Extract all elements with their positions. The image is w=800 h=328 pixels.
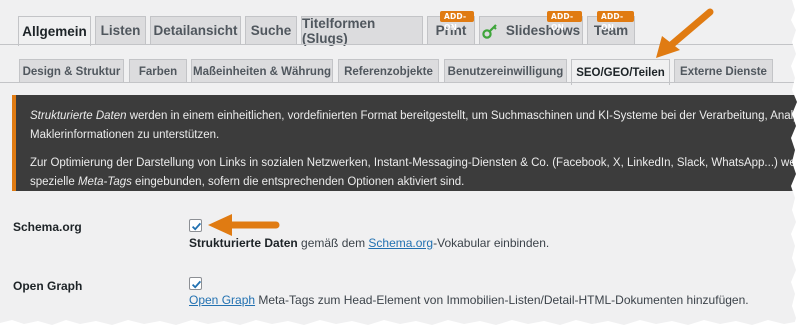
check-icon [191, 280, 202, 289]
tab-label: Slideshows [505, 23, 581, 38]
tab-team[interactable]: ADD-ON Team [587, 11, 635, 44]
key-icon [482, 23, 498, 39]
notice-emphasis: Meta-Tags [77, 176, 132, 188]
arrow-pointer-icon [208, 214, 280, 236]
check-icon [191, 222, 202, 231]
notice-text: spezielle [30, 176, 78, 188]
tab-label: Allgemein [22, 24, 87, 39]
tab-label: Detailansicht [153, 23, 238, 38]
torn-edge-decoration [791, 0, 800, 328]
notice-text: Maklerinformationen zu unterstützen. [30, 129, 220, 141]
tab-label: Benutzereinwilligung [447, 65, 564, 78]
notice-text: werden in einem einheitlichen, vordefini… [126, 110, 800, 122]
addon-badge: ADD-ON [547, 11, 582, 32]
tab-label: Farben [138, 65, 178, 78]
tab-label: SEO/GEO/Teilen [576, 66, 665, 79]
open-graph-link[interactable]: Open Graph [189, 293, 255, 307]
notice-paragraph-1-cont: Maklerinformationen zu unterstützen. [30, 126, 800, 145]
tab-masseinheiten[interactable]: Maßeinheiten & Währung [191, 59, 333, 83]
arrow-pointer-icon [656, 8, 714, 58]
open-graph-description: Open Graph Meta-Tags zum Head-Element vo… [189, 293, 749, 307]
notice-paragraph-2: Zur Optimierung der Darstellung von Link… [30, 154, 800, 173]
tab-slideshows[interactable]: ADD-ON Slideshows [479, 11, 583, 44]
tab-label: Design & Struktur [22, 65, 121, 78]
tab-label: Listen [100, 23, 141, 38]
tab-label: Suche [250, 23, 292, 38]
settings-page: Allgemein Listen Detailansicht Suche Tit… [0, 0, 800, 328]
tab-listen[interactable]: Listen [95, 16, 146, 44]
desc-text: -Vokabular einbinden. [433, 236, 550, 250]
notice-text: eingebunden, sofern die entsprechenden O… [131, 176, 465, 188]
desc-text: gemäß dem [297, 236, 369, 250]
tab-detailansicht[interactable]: Detailansicht [150, 16, 241, 44]
schema-org-checkbox[interactable] [189, 219, 202, 232]
schema-org-link[interactable]: Schema.org [368, 236, 433, 250]
tab-farben[interactable]: Farben [129, 59, 187, 83]
tab-referenzobjekte[interactable]: Referenzobjekte [338, 59, 439, 83]
tab-suche[interactable]: Suche [245, 16, 297, 44]
tab-divider [0, 82, 800, 83]
open-graph-label: Open Graph [13, 279, 83, 293]
torn-edge-decoration [0, 320, 800, 328]
desc-text: Meta-Tags zum Head-Element von Immobilie… [255, 293, 749, 307]
notice-text: Zur Optimierung der Darstellung von Link… [30, 157, 800, 169]
tab-label: Externe Dienste [680, 65, 767, 78]
tab-label: Referenzobjekte [344, 65, 433, 78]
addon-badge: ADD-ON [440, 11, 474, 32]
addon-badge: ADD-ON [597, 11, 634, 32]
tab-titelformen[interactable]: Titelformen (Slugs) [301, 15, 423, 46]
tab-print[interactable]: ADD-ON Print [427, 11, 475, 44]
open-graph-checkbox[interactable] [189, 277, 202, 290]
tab-allgemein[interactable]: Allgemein [18, 16, 91, 46]
info-notice: Strukturierte Daten werden in einem einh… [12, 95, 800, 191]
schema-org-label: Schema.org [13, 220, 82, 234]
notice-paragraph-1: Strukturierte Daten werden in einem einh… [30, 107, 800, 126]
notice-emphasis: Strukturierte Daten [30, 110, 127, 122]
tab-design-struktur[interactable]: Design & Struktur [19, 59, 124, 83]
tab-label: Titelformen (Slugs) [302, 15, 376, 46]
tab-label: Maßeinheiten & Währung [193, 65, 331, 78]
notice-paragraph-2-cont: spezielle Meta-Tags eingebunden, sofern … [30, 173, 800, 192]
tab-benutzereinwilligung[interactable]: Benutzereinwilligung [444, 59, 567, 83]
